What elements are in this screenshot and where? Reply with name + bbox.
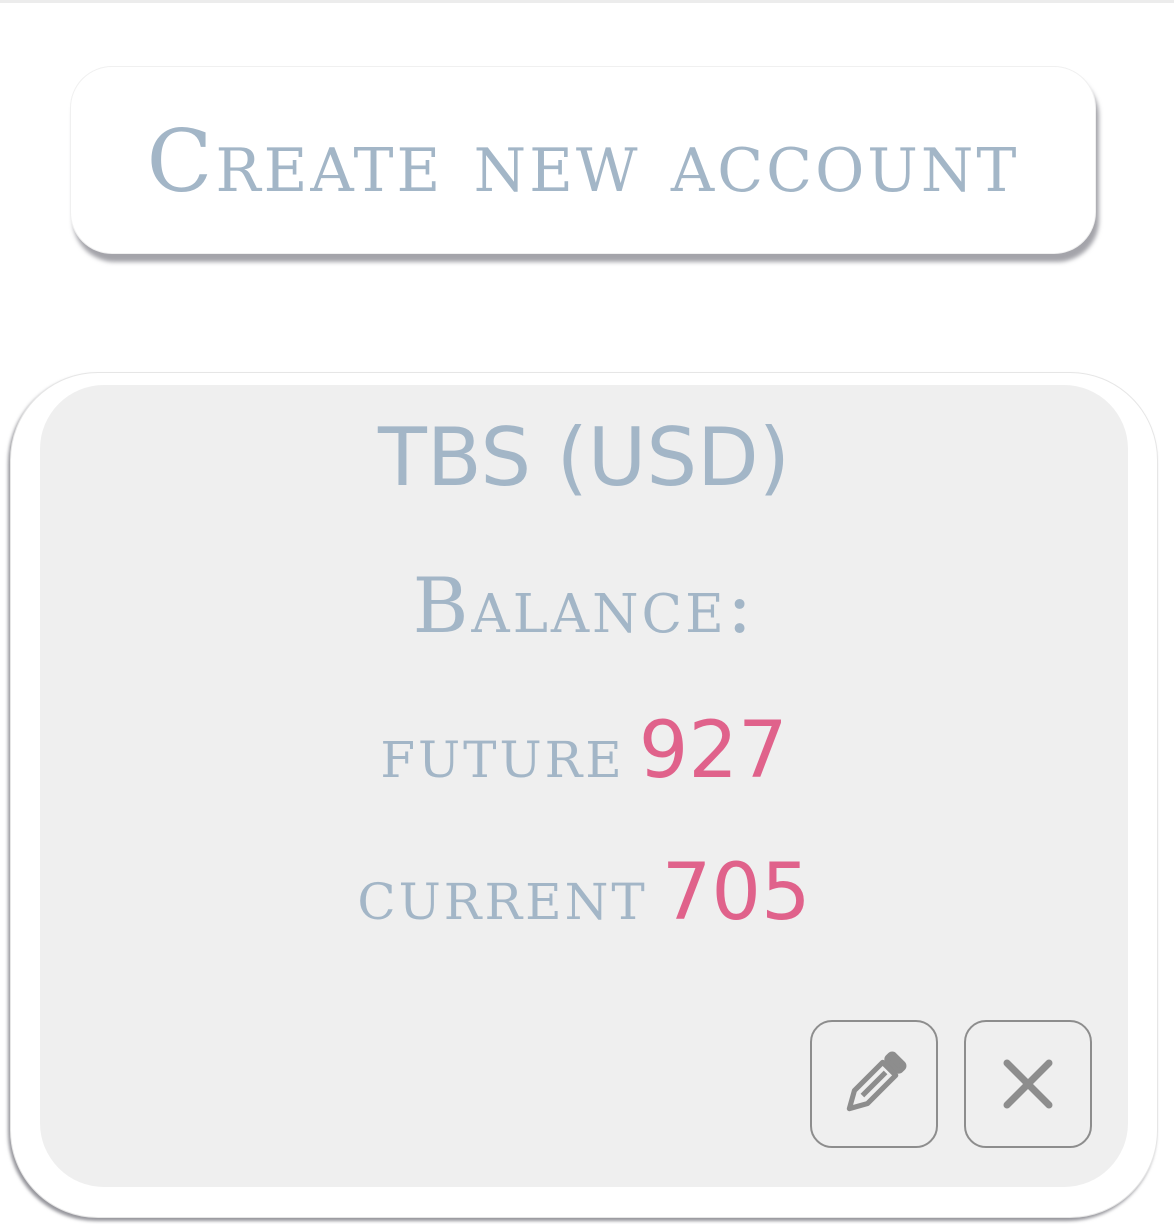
delete-account-button[interactable] xyxy=(964,1020,1092,1148)
pencil-icon xyxy=(846,1051,907,1112)
edit-account-button[interactable] xyxy=(810,1020,938,1148)
current-balance-row: current 705 xyxy=(40,854,1128,932)
top-divider xyxy=(0,0,1174,3)
current-balance-value: 705 xyxy=(661,848,811,938)
close-icon xyxy=(1003,1059,1053,1109)
future-balance-value: 927 xyxy=(638,706,788,796)
create-new-account-button[interactable]: Create new account xyxy=(70,66,1096,254)
create-new-account-label: Create new account xyxy=(146,112,1020,212)
future-balance-row: future 927 xyxy=(40,712,1128,790)
account-title: TBS (USD) xyxy=(378,411,790,504)
current-balance-label: current xyxy=(357,852,648,936)
future-balance-label: future xyxy=(380,710,625,794)
balance-heading: Balance: xyxy=(412,561,756,650)
